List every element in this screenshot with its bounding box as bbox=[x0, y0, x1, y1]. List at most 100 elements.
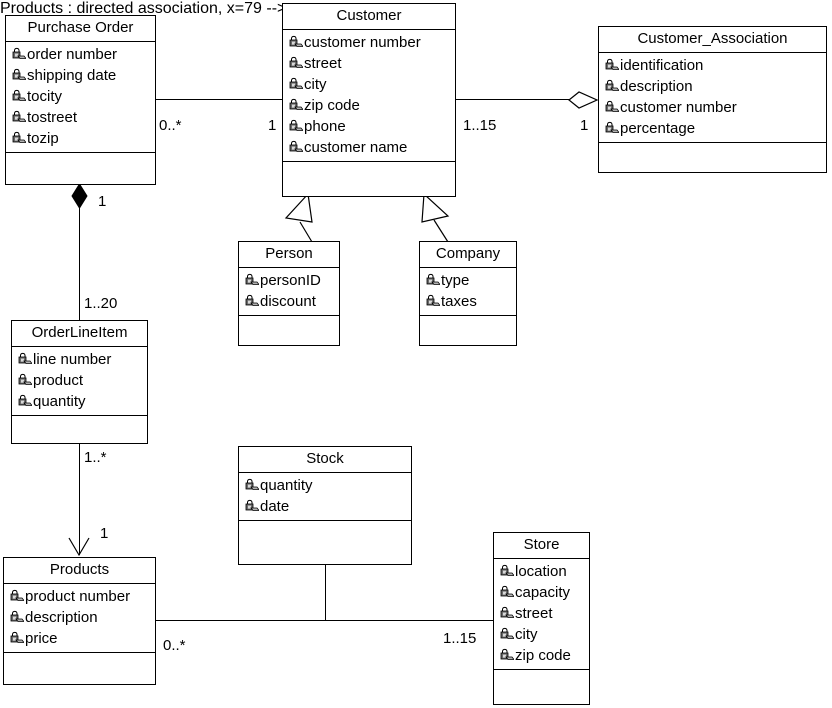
class-operations-purchase-order bbox=[6, 153, 155, 175]
attribute-row: zip code bbox=[283, 95, 455, 116]
class-operations-customer-association bbox=[599, 143, 826, 165]
lock-icon bbox=[289, 35, 303, 47]
attribute-row: date bbox=[239, 496, 411, 517]
attribute-label: percentage bbox=[620, 120, 696, 137]
multiplicity-po-customer-right: 1 bbox=[268, 117, 277, 134]
generalization-arrow-person-icon bbox=[284, 192, 313, 243]
class-attributes-company: type taxes bbox=[420, 268, 516, 316]
attribute-row: description bbox=[599, 76, 826, 97]
attribute-row: customer number bbox=[599, 97, 826, 118]
attribute-label: zip code bbox=[304, 97, 360, 114]
attribute-label: line number bbox=[33, 351, 112, 368]
open-arrowhead-icon bbox=[68, 537, 90, 557]
lock-icon bbox=[245, 499, 259, 511]
lock-icon bbox=[12, 68, 26, 80]
lock-icon bbox=[18, 394, 32, 406]
edge-products-store bbox=[156, 620, 493, 621]
attribute-label: street bbox=[304, 55, 342, 72]
lock-icon bbox=[500, 585, 514, 597]
lock-icon bbox=[605, 58, 619, 70]
lock-icon bbox=[245, 273, 259, 285]
edge-customer-association bbox=[456, 99, 569, 100]
class-operations-person bbox=[239, 316, 339, 338]
multiplicity-oli-products-top: 1..* bbox=[84, 449, 107, 466]
class-box-store[interactable]: Store location capacity street city zip … bbox=[493, 532, 590, 705]
attribute-label: zip code bbox=[515, 647, 571, 664]
class-box-person[interactable]: Person personID discount bbox=[238, 241, 340, 346]
attribute-row: identification bbox=[599, 55, 826, 76]
class-attributes-stock: quantity date bbox=[239, 473, 411, 521]
attribute-row: shipping date bbox=[6, 65, 155, 86]
class-box-orderlineitem[interactable]: OrderLineItem line number product quanti… bbox=[11, 320, 148, 444]
multiplicity-customer-assoc-left: 1..15 bbox=[463, 117, 497, 134]
class-box-customer[interactable]: Customer customer number street city zip… bbox=[282, 3, 456, 197]
attribute-row: tocity bbox=[6, 86, 155, 107]
lock-icon bbox=[10, 610, 24, 622]
attribute-label: personID bbox=[260, 272, 321, 289]
lock-icon bbox=[12, 47, 26, 59]
attribute-label: location bbox=[515, 563, 567, 580]
attribute-row: line number bbox=[12, 349, 147, 370]
attribute-row: phone bbox=[283, 116, 455, 137]
lock-icon bbox=[10, 631, 24, 643]
edge-purchase-order-customer bbox=[156, 99, 282, 100]
attribute-row: tostreet bbox=[6, 107, 155, 128]
lock-icon bbox=[426, 273, 440, 285]
class-title-customer: Customer bbox=[283, 4, 455, 30]
attribute-label: phone bbox=[304, 118, 346, 135]
lock-icon bbox=[426, 294, 440, 306]
generalization-arrow-company-icon bbox=[421, 192, 450, 243]
attribute-label: tocity bbox=[27, 88, 63, 105]
attribute-row: product number bbox=[4, 586, 155, 607]
class-box-stock[interactable]: Stock quantity date bbox=[238, 446, 412, 565]
lock-icon bbox=[289, 98, 303, 110]
multiplicity-customer-assoc-right: 1 bbox=[580, 117, 589, 134]
multiplicity-po-customer-left: 0..* bbox=[159, 117, 182, 134]
multiplicity-po-oli-top: 1 bbox=[98, 193, 107, 210]
attribute-label: quantity bbox=[260, 477, 313, 494]
attribute-row: customer name bbox=[283, 137, 455, 158]
class-title-purchase-order: Purchase Order bbox=[6, 16, 155, 42]
lock-icon bbox=[245, 294, 259, 306]
lock-icon bbox=[289, 119, 303, 131]
class-title-customer-association: Customer_Association bbox=[599, 27, 826, 53]
attribute-label: discount bbox=[260, 293, 316, 310]
class-box-customer-association[interactable]: Customer_Association identification desc… bbox=[598, 26, 827, 173]
class-title-products: Products bbox=[4, 558, 155, 584]
attribute-row: type bbox=[420, 270, 516, 291]
composition-diamond-icon bbox=[71, 183, 88, 209]
attribute-label: street bbox=[515, 605, 553, 622]
attribute-row: quantity bbox=[239, 475, 411, 496]
lock-icon bbox=[12, 89, 26, 101]
attribute-label: price bbox=[25, 630, 58, 647]
class-attributes-customer-association: identification description customer numb… bbox=[599, 53, 826, 143]
attribute-label: order number bbox=[27, 46, 118, 63]
multiplicity-products-store-right: 1..15 bbox=[443, 630, 477, 647]
uml-diagram-canvas: 0..* 1 1..15 1 1 1..20 Products : direct… bbox=[0, 0, 832, 708]
class-attributes-orderlineitem: line number product quantity bbox=[12, 347, 147, 416]
class-attributes-products: product number description price bbox=[4, 584, 155, 653]
class-box-products[interactable]: Products product number description pric… bbox=[3, 557, 156, 685]
class-title-person: Person bbox=[239, 242, 339, 268]
lock-icon bbox=[605, 121, 619, 133]
attribute-label: type bbox=[441, 272, 470, 289]
attribute-label: customer name bbox=[304, 139, 408, 156]
attribute-row: order number bbox=[6, 44, 155, 65]
attribute-label: description bbox=[620, 78, 693, 95]
attribute-label: city bbox=[515, 626, 538, 643]
class-title-orderlineitem: OrderLineItem bbox=[12, 321, 147, 347]
lock-icon bbox=[10, 589, 24, 601]
class-box-company[interactable]: Company type taxes bbox=[419, 241, 517, 346]
class-attributes-person: personID discount bbox=[239, 268, 339, 316]
class-operations-orderlineitem bbox=[12, 416, 147, 438]
lock-icon bbox=[18, 352, 32, 364]
aggregation-diamond-icon bbox=[568, 91, 599, 109]
attribute-label: product bbox=[33, 372, 84, 389]
class-title-store: Store bbox=[494, 533, 589, 559]
attribute-label: city bbox=[304, 76, 327, 93]
lock-icon bbox=[500, 564, 514, 576]
class-operations-customer bbox=[283, 162, 455, 184]
lock-icon bbox=[605, 79, 619, 91]
class-box-purchase-order[interactable]: Purchase Order order number shipping dat… bbox=[5, 15, 156, 185]
class-attributes-store: location capacity street city zip code bbox=[494, 559, 589, 670]
